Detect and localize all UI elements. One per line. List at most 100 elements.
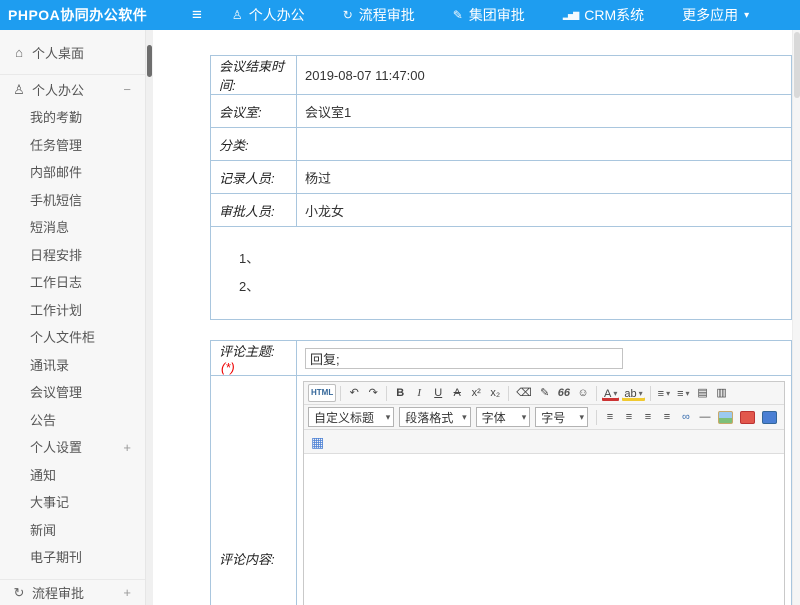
- insert-table-icon[interactable]: ▦: [308, 433, 327, 451]
- superscript-button[interactable]: x²: [467, 384, 485, 402]
- ordered-list-button[interactable]: ≡: [655, 384, 673, 402]
- sidebar-item[interactable]: 日程安排: [0, 242, 145, 270]
- comment-form-table: 评论主题:(*) 评论内容: HTML ↶ ↷ B I: [210, 340, 792, 605]
- sidebar-item[interactable]: 新闻: [0, 517, 145, 545]
- field-value: 会议室1: [297, 95, 792, 128]
- blockquote-button[interactable]: 66: [555, 384, 573, 402]
- redo-icon[interactable]: ↷: [364, 384, 382, 402]
- table-row: 会议室: 会议室1: [211, 95, 792, 128]
- flow-icon: ↻: [6, 585, 32, 601]
- sidebar-scrollbar[interactable]: [146, 30, 153, 605]
- field-label: 审批人员:: [211, 194, 297, 227]
- sidebar-item-label: 个人桌面: [32, 43, 84, 62]
- sidebar-item[interactable]: 短消息: [0, 214, 145, 242]
- nav-item-workflow-approval[interactable]: ↻ 流程审批: [343, 5, 415, 25]
- field-label: 会议结束时间:: [211, 56, 297, 95]
- expand-icon[interactable]: +: [123, 585, 131, 600]
- font-color-button[interactable]: A: [601, 384, 620, 402]
- sidebar-section-label: 流程审批: [32, 583, 84, 602]
- unordered-list-button[interactable]: ≡: [674, 384, 692, 402]
- sidebar-section-label: 个人办公: [32, 80, 84, 99]
- comment-content-editor[interactable]: [304, 454, 784, 605]
- sidebar-item[interactable]: 内部邮件: [0, 159, 145, 187]
- insert-media-icon[interactable]: [740, 411, 755, 424]
- comment-editor-cell: HTML ↶ ↷ B I U A x² x₂ ⌫ ✎ 66: [297, 376, 792, 605]
- separator: [386, 386, 387, 401]
- align-center-button[interactable]: ≡: [620, 408, 638, 426]
- emoticon-icon[interactable]: ☺: [574, 384, 592, 402]
- sidebar-item[interactable]: 会议管理: [0, 379, 145, 407]
- sidebar-section-workflow[interactable]: ↻ 流程审批 +: [0, 579, 145, 605]
- sidebar-item[interactable]: 通讯录: [0, 352, 145, 380]
- insert-image-icon[interactable]: [718, 411, 733, 424]
- eraser-icon[interactable]: ⌫: [513, 384, 535, 402]
- expand-icon[interactable]: +: [123, 434, 131, 462]
- html-source-button[interactable]: HTML: [308, 384, 336, 402]
- font-size-select[interactable]: 字号: [535, 407, 588, 427]
- nav-item-personal-office[interactable]: ♙ 个人办公: [232, 5, 305, 25]
- field-label: 记录人员:: [211, 161, 297, 194]
- background-color-button[interactable]: ab: [621, 384, 645, 402]
- main-scrollbar-thumb[interactable]: [794, 32, 800, 98]
- table-row: 审批人员: 小龙女: [211, 194, 792, 227]
- sidebar-item[interactable]: 电子期刊: [0, 544, 145, 572]
- sidebar-item[interactable]: 工作计划: [0, 297, 145, 325]
- document-alt-icon[interactable]: ▥: [713, 384, 731, 402]
- sidebar-item[interactable]: 公告: [0, 407, 145, 435]
- attachment-icon[interactable]: [762, 411, 777, 424]
- nav-item-crm[interactable]: ▂▅▇ CRM系统: [563, 5, 644, 25]
- sidebar-item[interactable]: 个人设置+: [0, 434, 145, 462]
- italic-button[interactable]: I: [410, 384, 428, 402]
- sidebar-item[interactable]: 个人文件柜: [0, 324, 145, 352]
- sidebar-item[interactable]: 任务管理: [0, 132, 145, 160]
- main-scrollbar[interactable]: [792, 30, 800, 605]
- subscript-button[interactable]: x₂: [486, 384, 504, 402]
- align-right-button[interactable]: ≡: [639, 408, 657, 426]
- underline-button[interactable]: U: [429, 384, 447, 402]
- table-row: 评论主题:(*): [211, 341, 792, 376]
- custom-heading-select[interactable]: 自定义标题: [308, 407, 394, 427]
- nav-item-group-approval[interactable]: ✎ 集团审批: [453, 5, 525, 25]
- undo-icon[interactable]: ↶: [345, 384, 363, 402]
- sidebar-item[interactable]: 通知: [0, 462, 145, 490]
- align-justify-button[interactable]: ≡: [658, 408, 676, 426]
- sidebar-item[interactable]: 工作日志: [0, 269, 145, 297]
- field-label: 会议室:: [211, 95, 297, 128]
- nav-item-more-apps[interactable]: 更多应用 ▾: [682, 5, 749, 25]
- sidebar-item[interactable]: 手机短信: [0, 187, 145, 215]
- editor-toolbar-row1: HTML ↶ ↷ B I U A x² x₂ ⌫ ✎ 66: [304, 382, 784, 405]
- flow-icon: ↻: [343, 8, 353, 22]
- field-value: 小龙女: [297, 194, 792, 227]
- content-line: 1、: [239, 245, 791, 273]
- main-content: 会议结束时间: 2019-08-07 11:47:00 会议室: 会议室1 分类…: [153, 30, 800, 605]
- nav-label: 流程审批: [359, 5, 415, 25]
- horizontal-rule-button[interactable]: —: [696, 408, 714, 426]
- strikethrough-button[interactable]: A: [448, 384, 466, 402]
- field-value: 2019-08-07 11:47:00: [297, 56, 792, 95]
- bar-chart-icon: ▂▅▇: [563, 11, 578, 20]
- format-brush-icon[interactable]: ✎: [536, 384, 554, 402]
- content-line: 2、: [239, 273, 791, 301]
- collapse-icon[interactable]: −: [123, 82, 131, 97]
- align-left-button[interactable]: ≡: [601, 408, 619, 426]
- sidebar-item-desktop[interactable]: ⌂ 个人桌面: [0, 30, 145, 75]
- sidebar-item[interactable]: 大事记: [0, 489, 145, 517]
- font-family-select[interactable]: 字体: [476, 407, 531, 427]
- comment-subject-input[interactable]: [305, 348, 623, 369]
- bold-button[interactable]: B: [391, 384, 409, 402]
- sidebar-item[interactable]: 我的考勤: [0, 104, 145, 132]
- table-row: 分类:: [211, 128, 792, 161]
- link-icon[interactable]: ∞: [677, 408, 695, 426]
- chevron-down-icon: ▾: [744, 10, 749, 21]
- comment-subject-cell: [297, 341, 792, 376]
- rich-text-editor: HTML ↶ ↷ B I U A x² x₂ ⌫ ✎ 66: [303, 381, 785, 605]
- separator: [340, 386, 341, 401]
- sidebar-scrollbar-thumb[interactable]: [147, 45, 152, 77]
- document-icon[interactable]: ▤: [694, 384, 712, 402]
- sidebar-section-personal-office[interactable]: ♙ 个人办公 −: [0, 75, 145, 104]
- nav-label: 个人办公: [249, 5, 305, 25]
- menu-icon[interactable]: ≡: [192, 5, 202, 25]
- paragraph-format-select[interactable]: 段落格式: [399, 407, 470, 427]
- sidebar: ⌂ 个人桌面 ♙ 个人办公 − 我的考勤 任务管理 内部邮件 手机短信 短消息 …: [0, 30, 146, 605]
- field-label: 分类:: [211, 128, 297, 161]
